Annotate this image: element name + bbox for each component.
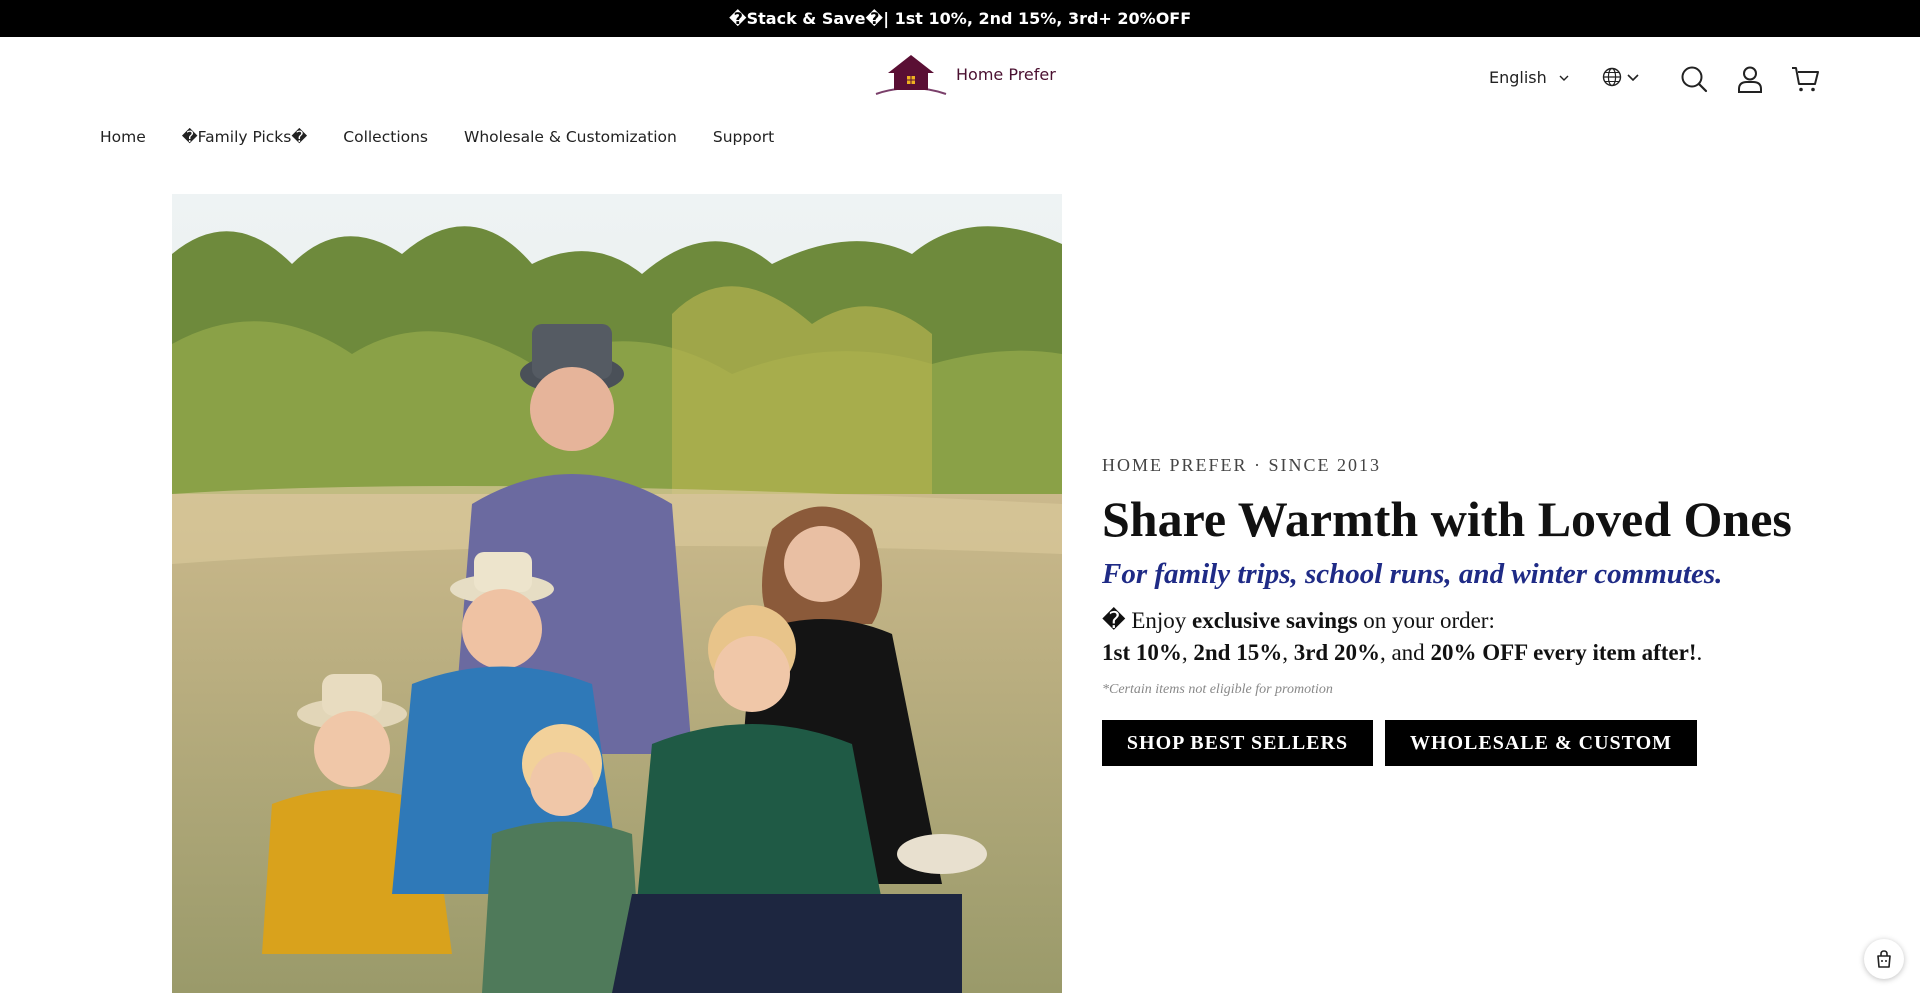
announcement-text: �Stack & Save�| 1st 10%, 2nd 15%, 3rd+ 2… <box>728 9 1192 28</box>
hero-family-image <box>172 194 1062 993</box>
offer-tier-1: 1st 10% <box>1102 640 1182 665</box>
logo-text: Home Prefer <box>956 64 1056 84</box>
language-selector[interactable]: English <box>1489 68 1569 87</box>
language-label: English <box>1489 68 1547 87</box>
nav-item-home[interactable]: Home <box>100 128 146 146</box>
offer-on-order: on your order: <box>1363 608 1495 633</box>
announcement-bar: �Stack & Save�| 1st 10%, 2nd 15%, 3rd+ 2… <box>0 0 1920 37</box>
promo-note: *Certain items not eligible for promotio… <box>1102 682 1333 697</box>
shop-best-sellers-button[interactable]: SHOP BEST SELLERS <box>1102 720 1373 766</box>
nav-item-family-picks[interactable]: �Family Picks� <box>182 128 307 146</box>
account-icon <box>1738 66 1762 93</box>
logo-link[interactable]: Home Prefer <box>872 52 1056 96</box>
offer-enjoy: Enjoy <box>1131 608 1187 633</box>
offer-savings: exclusive savings <box>1192 608 1358 633</box>
hero-eyebrow: HOME PREFER · SINCE 2013 <box>1102 455 1382 475</box>
offer-lead-icon: � <box>1102 608 1126 633</box>
chat-widget-button[interactable] <box>1864 939 1904 979</box>
offer-tier-after: 20% OFF every item after! <box>1430 640 1697 665</box>
offer-tier-3: 3rd 20% <box>1293 640 1380 665</box>
hero-buttons: SHOP BEST SELLERS WHOLESALE & CUSTOM <box>1102 720 1822 766</box>
hero-headline: Share Warmth with Loved Ones <box>1102 491 1792 547</box>
house-logo-icon <box>875 55 947 95</box>
hero-offer: � Enjoy exclusive savings on your order:… <box>1102 605 1822 669</box>
main-nav: Home �Family Picks� Collections Wholesal… <box>100 128 810 146</box>
offer-and: and <box>1391 640 1425 665</box>
offer-tier-2: 2nd 15% <box>1193 640 1283 665</box>
offer-separator: , <box>1379 640 1386 665</box>
offer-line-2: 1st 10%, 2nd 15%, 3rd 20%, and 20% OFF e… <box>1102 637 1822 669</box>
search-icon <box>1681 66 1708 93</box>
nav-item-wholesale[interactable]: Wholesale & Customization <box>464 128 677 146</box>
account-button[interactable] <box>1735 64 1765 94</box>
offer-end: . <box>1696 640 1703 665</box>
nav-item-collections[interactable]: Collections <box>343 128 428 146</box>
hero-content: HOME PREFER · SINCE 2013 Share Warmth wi… <box>1102 455 1822 766</box>
site-header: Home Prefer English <box>0 37 1920 119</box>
offer-line-1: � Enjoy exclusive savings on your order: <box>1102 605 1822 637</box>
offer-separator: , <box>1181 640 1188 665</box>
search-button[interactable] <box>1679 64 1709 94</box>
cart-icon <box>1792 67 1819 92</box>
chevron-down-icon <box>1559 75 1569 81</box>
chat-bag-icon <box>1877 950 1891 968</box>
offer-separator: , <box>1282 640 1288 665</box>
wholesale-custom-button[interactable]: WHOLESALE & CUSTOM <box>1385 720 1697 766</box>
region-selector[interactable] <box>1602 67 1639 87</box>
hero-tagline: For family trips, school runs, and winte… <box>1102 558 1723 590</box>
cart-button[interactable] <box>1790 64 1820 94</box>
nav-item-support[interactable]: Support <box>713 128 774 146</box>
globe-icon <box>1602 67 1622 87</box>
chevron-down-icon <box>1627 73 1639 81</box>
